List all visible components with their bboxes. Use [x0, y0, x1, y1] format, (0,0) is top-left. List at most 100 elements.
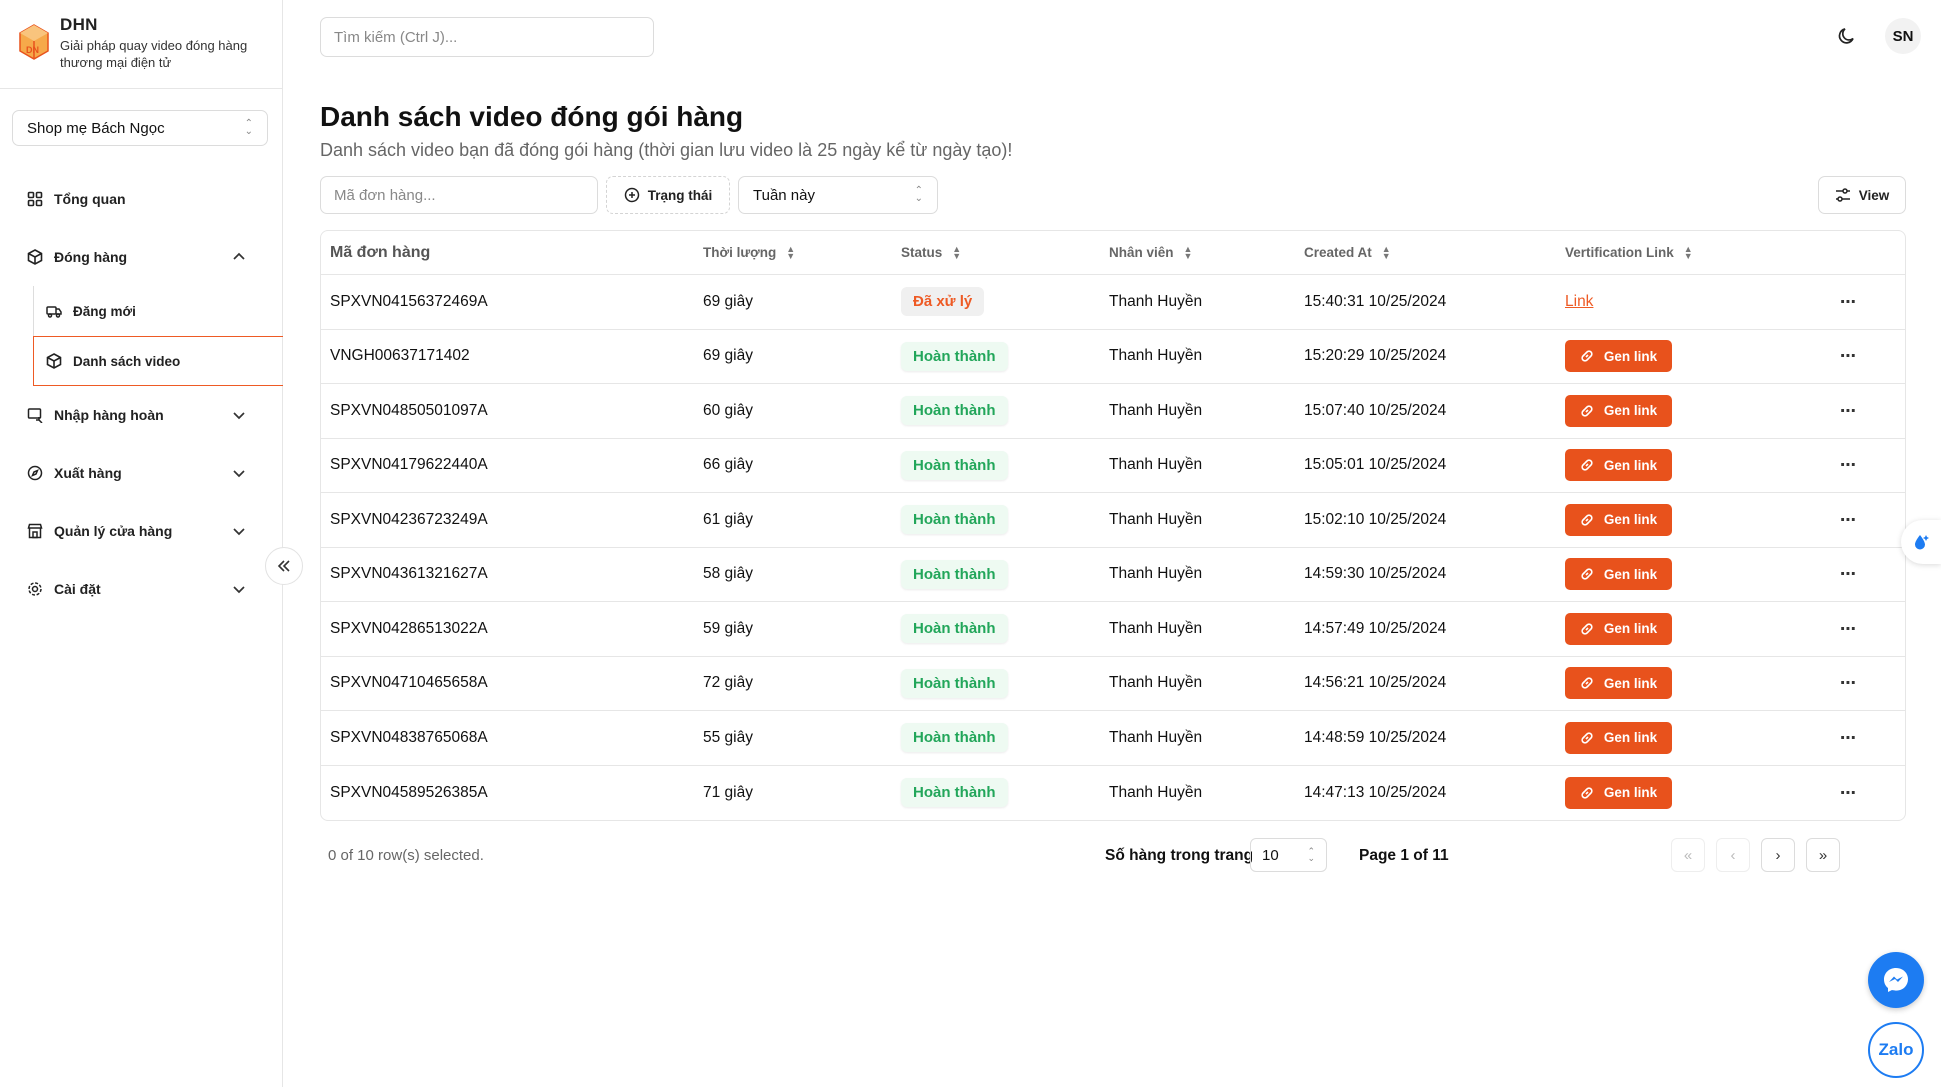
period-select[interactable]: Tuần này ⌃ ⌄ — [738, 176, 938, 214]
column-header-label: Mã đơn hàng — [330, 243, 431, 261]
shop-select[interactable]: Shop mẹ Bách Ngọc ⌃ ⌄ — [12, 110, 268, 146]
brand-name: DHN — [60, 15, 98, 34]
gen-link-button[interactable]: Gen link — [1565, 667, 1672, 700]
view-options-button[interactable]: View — [1818, 176, 1906, 214]
row-actions-button[interactable]: ⋯ — [1840, 401, 1857, 421]
plus-circle-icon — [624, 187, 640, 203]
row-actions-button[interactable]: ⋯ — [1840, 783, 1857, 803]
row-actions-button[interactable]: ⋯ — [1840, 728, 1857, 748]
truck-icon — [45, 302, 63, 320]
row-actions-button[interactable]: ⋯ — [1840, 510, 1857, 530]
theme-toggle-button[interactable] — [1829, 18, 1865, 54]
row-actions-button[interactable]: ⋯ — [1840, 292, 1857, 312]
sidebar-item-store-management[interactable]: Quản lý cửa hàng — [0, 502, 283, 560]
cell-staff: Thanh Huyền — [1109, 292, 1203, 310]
chevron-down-icon[interactable] — [230, 464, 248, 482]
sidebar-item-label: Đóng hàng — [54, 249, 128, 265]
gen-link-label: Gen link — [1603, 785, 1658, 801]
gen-link-label: Gen link — [1603, 348, 1658, 364]
search-input[interactable]: Tìm kiếm (Ctrl J)... — [320, 17, 654, 57]
gen-link-button[interactable]: Gen link — [1565, 340, 1672, 373]
rows-per-page-label: Số hàng trong trang — [1105, 847, 1254, 864]
view-options-label: View — [1858, 187, 1890, 203]
cell-created: 15:07:40 10/25/2024 — [1304, 401, 1447, 419]
sidebar-item-packing[interactable]: Đóng hàng — [0, 228, 283, 286]
cell-duration: 59 giây — [703, 619, 753, 637]
messenger-button[interactable] — [1868, 952, 1924, 1008]
cell-duration: 69 giây — [703, 292, 753, 310]
cell-order: SPXVN04156372469A — [330, 292, 488, 310]
shop-select-value: Shop mẹ Bách Ngọc — [27, 119, 165, 137]
sort-icon: ▲ ▼ — [1683, 243, 1693, 261]
row-actions-button[interactable]: ⋯ — [1840, 564, 1857, 584]
status-badge: Hoàn thành — [901, 505, 1008, 535]
link-icon — [1580, 349, 1594, 363]
floating-helper-button[interactable] — [1901, 520, 1941, 564]
chevron-right-icon: › — [1775, 846, 1781, 864]
zalo-button[interactable]: Zalo — [1868, 1022, 1924, 1078]
gen-link-button[interactable]: Gen link — [1565, 612, 1672, 645]
order-search-placeholder: Mã đơn hàng... — [334, 186, 436, 204]
cell-order: SPXVN04838765068A — [330, 728, 488, 746]
collapse-sidebar-button[interactable] — [265, 547, 303, 585]
column-header-duration[interactable]: Thời lượng ▲ ▼ — [703, 243, 796, 261]
status-badge: Hoàn thành — [901, 396, 1008, 426]
chevron-up-icon[interactable] — [230, 248, 248, 266]
pagination-footer: 0 of 10 row(s) selected. Số hàng trong t… — [320, 838, 1906, 874]
row-actions-button[interactable]: ⋯ — [1840, 673, 1857, 693]
sidebar-item-label: Cài đặt — [54, 581, 101, 597]
column-header-label: Nhân viên — [1109, 245, 1174, 260]
order-search-input[interactable]: Mã đơn hàng... — [320, 176, 598, 214]
cell-duration: 55 giây — [703, 728, 753, 746]
gen-link-button[interactable]: Gen link — [1565, 394, 1672, 427]
gen-link-button[interactable]: Gen link — [1565, 776, 1672, 809]
chevron-down-icon[interactable] — [230, 522, 248, 540]
column-header-label: Thời lượng — [703, 245, 777, 260]
gen-link-button[interactable]: Gen link — [1565, 503, 1672, 536]
gen-link-button[interactable]: Gen link — [1565, 558, 1672, 591]
chevron-down-icon[interactable] — [230, 580, 248, 598]
chevron-left-icon: ‹ — [1730, 846, 1736, 864]
sidebar-item-label: Tổng quan — [54, 191, 126, 207]
sidebar-item-settings[interactable]: Cài đặt — [0, 560, 283, 618]
cell-duration: 72 giây — [703, 674, 753, 692]
cell-duration: 61 giây — [703, 510, 753, 528]
package-icon — [45, 352, 63, 370]
first-page-button[interactable]: « — [1671, 838, 1705, 872]
selection-count: 0 of 10 row(s) selected. — [328, 847, 484, 864]
column-header-created[interactable]: Created At ▲ ▼ — [1304, 244, 1391, 260]
sidebar-item-returns[interactable]: Nhập hàng hoàn — [0, 386, 283, 444]
prev-page-button[interactable]: ‹ — [1716, 838, 1750, 872]
sort-icon: ▲ ▼ — [786, 243, 796, 261]
sidebar-item-label: Nhập hàng hoàn — [54, 407, 164, 423]
table-row: SPXVN04710465658A 72 giây Hoàn thành Tha… — [321, 657, 1905, 711]
sidebar-item-new[interactable]: Đăng mới — [34, 286, 283, 336]
gen-link-button[interactable]: Gen link — [1565, 721, 1672, 754]
chevron-updown-icon: ⌃ ⌄ — [244, 118, 253, 137]
rows-per-page-select[interactable]: 10 ⌃ ⌄ — [1250, 838, 1327, 872]
cell-created: 14:48:59 10/25/2024 — [1304, 728, 1447, 746]
gen-link-label: Gen link — [1603, 675, 1658, 691]
row-actions-button[interactable]: ⋯ — [1840, 619, 1857, 639]
column-header-status[interactable]: Status ▲ ▼ — [901, 244, 961, 260]
chevron-down-icon[interactable] — [230, 406, 248, 424]
avatar[interactable]: SN — [1885, 18, 1921, 54]
cell-order: VNGH00637171402 — [330, 347, 470, 365]
cell-duration: 69 giây — [703, 347, 753, 365]
sidebar-item-export[interactable]: Xuất hàng — [0, 444, 283, 502]
row-actions-button[interactable]: ⋯ — [1840, 346, 1857, 366]
next-page-button[interactable]: › — [1761, 838, 1795, 872]
status-badge: Đã xử lý — [901, 287, 985, 317]
last-page-button[interactable]: » — [1806, 838, 1840, 872]
row-actions-button[interactable]: ⋯ — [1840, 455, 1857, 475]
column-header-staff[interactable]: Nhân viên ▲ ▼ — [1109, 244, 1192, 260]
column-header-link[interactable]: Vertification Link ▲ ▼ — [1565, 243, 1693, 261]
cell-staff: Thanh Huyền — [1109, 783, 1203, 801]
table-row: SPXVN04589526385A 71 giây Hoàn thành Tha… — [321, 766, 1905, 821]
cell-created: 14:47:13 10/25/2024 — [1304, 783, 1447, 801]
verification-link[interactable]: Link — [1565, 293, 1593, 310]
status-filter-button[interactable]: Trạng thái — [606, 176, 730, 214]
gen-link-button[interactable]: Gen link — [1565, 449, 1672, 482]
sidebar-item-overview[interactable]: Tổng quan — [0, 170, 283, 228]
sidebar-item-video-list[interactable]: Danh sách video — [33, 336, 283, 386]
